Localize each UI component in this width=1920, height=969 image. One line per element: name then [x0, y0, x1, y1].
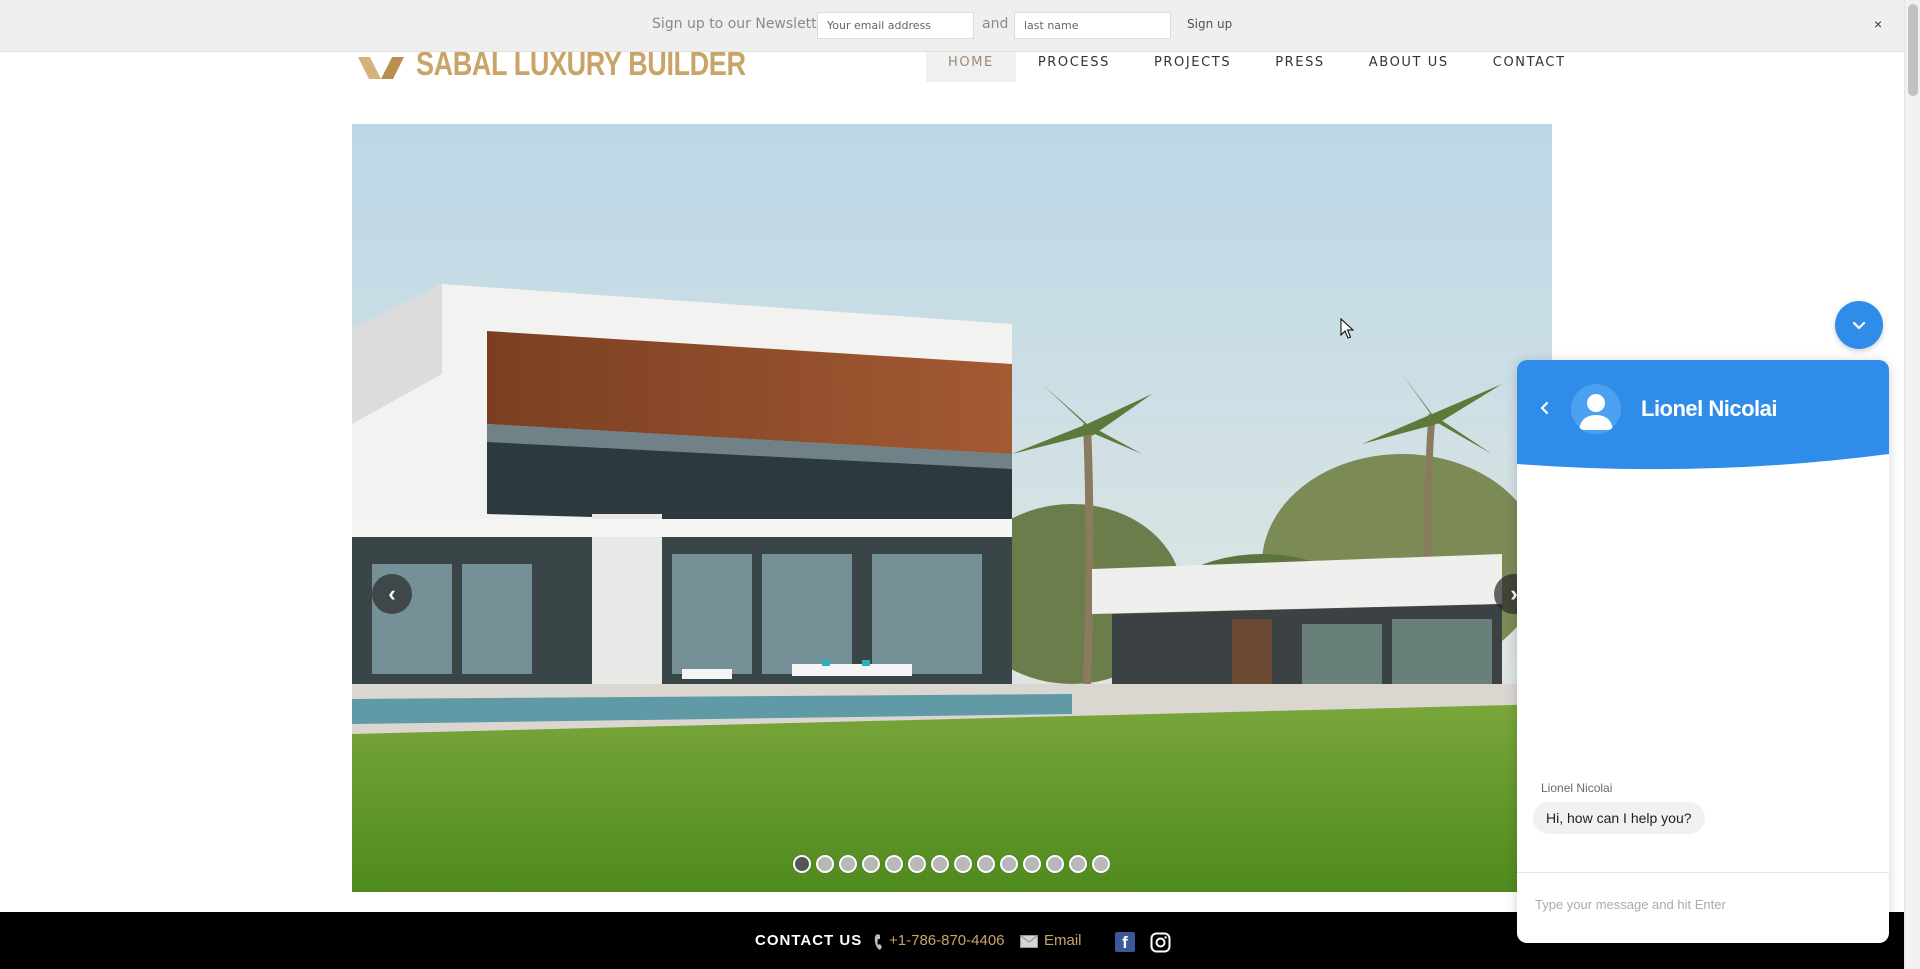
hero-image [352, 124, 1552, 892]
main-nav: HOME PROCESS PROJECTS PRESS ABOUT US CON… [926, 52, 1588, 82]
page: Sign up to our Newsletter: and Sign up ×… [0, 0, 1920, 969]
contact-phone[interactable]: +1-786-870-4406 [889, 932, 1005, 949]
slider-dot[interactable] [1000, 855, 1018, 873]
mouse-cursor-icon [1340, 318, 1354, 339]
mail-icon [1020, 935, 1038, 948]
facebook-icon[interactable]: f [1115, 932, 1135, 952]
slider-dot[interactable] [954, 855, 972, 873]
slider-dot[interactable] [977, 855, 995, 873]
slider-dot[interactable] [862, 855, 880, 873]
slider-dot[interactable] [839, 855, 857, 873]
chat-message-input[interactable] [1535, 884, 1875, 924]
slider-pagination [793, 855, 1110, 873]
contact-us-title: CONTACT US [755, 932, 863, 949]
message-bubble: Hi, how can I help you? [1533, 802, 1705, 834]
slider-dot[interactable] [931, 855, 949, 873]
contact-email-link[interactable]: Email [1044, 932, 1082, 949]
nav-item-projects[interactable]: PROJECTS [1132, 52, 1253, 82]
slider-dot[interactable] [1069, 855, 1087, 873]
user-icon [1579, 394, 1613, 430]
slider-dot[interactable] [1092, 855, 1110, 873]
chat-minimize-button[interactable] [1835, 301, 1883, 349]
newsletter-label: Sign up to our Newsletter: [652, 16, 836, 32]
nav-item-home[interactable]: HOME [926, 52, 1016, 82]
newsletter-lastname-input[interactable] [1014, 12, 1171, 39]
message-sender: Lionel Nicolai [1541, 781, 1613, 795]
newsletter-signup-button[interactable]: Sign up [1187, 17, 1232, 31]
chevron-down-icon [1852, 321, 1866, 330]
hero-slider: ‹ › [352, 124, 1552, 892]
slider-dot[interactable] [908, 855, 926, 873]
slider-dot[interactable] [793, 855, 811, 873]
instagram-icon[interactable] [1150, 932, 1171, 953]
slider-dot[interactable] [1046, 855, 1064, 873]
nav-item-press[interactable]: PRESS [1253, 52, 1347, 82]
scrollbar-thumb[interactable] [1908, 4, 1918, 96]
newsletter-bar: Sign up to our Newsletter: and Sign up × [0, 0, 1904, 52]
slider-dot[interactable] [885, 855, 903, 873]
phone-icon [874, 934, 882, 950]
slider-dot[interactable] [1023, 855, 1041, 873]
slider-dot[interactable] [816, 855, 834, 873]
newsletter-email-input[interactable] [817, 12, 974, 39]
slider-prev-button[interactable]: ‹ [372, 574, 412, 614]
chat-window: Lionel Nicolai Lionel Nicolai Hi, how ca… [1517, 360, 1889, 943]
page-scrollbar[interactable] [1904, 0, 1920, 969]
newsletter-and-text: and [982, 16, 1009, 32]
newsletter-close-icon[interactable]: × [1874, 16, 1882, 32]
chevron-left-icon[interactable] [1535, 398, 1555, 418]
nav-item-about-us[interactable]: ABOUT US [1347, 52, 1471, 82]
nav-item-contact[interactable]: CONTACT [1471, 52, 1588, 82]
chat-agent-name: Lionel Nicolai [1641, 396, 1778, 421]
nav-item-process[interactable]: PROCESS [1016, 52, 1132, 82]
chat-divider [1517, 872, 1889, 873]
agent-avatar [1571, 384, 1621, 434]
